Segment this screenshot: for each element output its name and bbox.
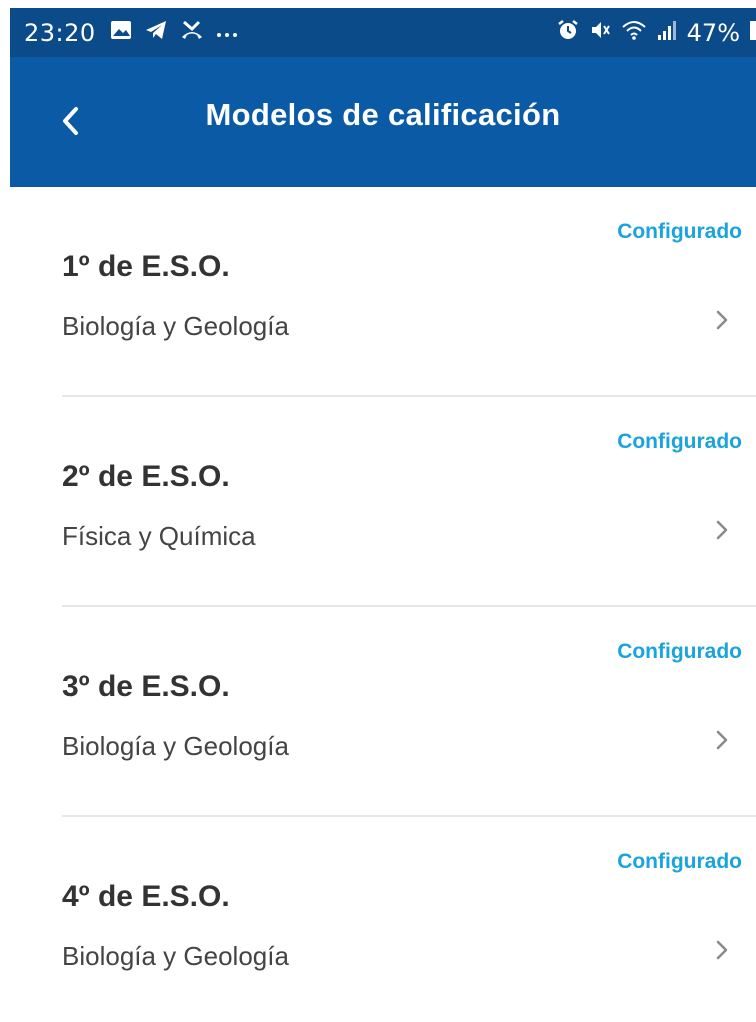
battery-icon: [750, 19, 756, 46]
more-dots-icon: [216, 22, 238, 44]
image-icon: [110, 20, 132, 45]
wifi-icon: [621, 19, 647, 46]
chevron-right-icon: [716, 730, 728, 750]
status-bar: 23:20 47%: [10, 8, 756, 57]
chevron-right-icon: [716, 520, 728, 540]
course-title: 2º de E.S.O.: [62, 460, 230, 493]
grading-models-list: Configurado 1º de E.S.O. Biología y Geol…: [0, 187, 756, 1022]
subject-name: Física y Química: [62, 521, 256, 551]
list-item[interactable]: Configurado 4º de E.S.O. Biología y Geol…: [0, 817, 756, 1022]
signal-icon: [657, 19, 677, 46]
screen: 23:20 47% Modelos de calificación Config…: [0, 0, 756, 1022]
subject-name: Biología y Geología: [62, 311, 289, 341]
course-title: 3º de E.S.O.: [62, 670, 230, 703]
chevron-right-icon: [716, 310, 728, 330]
subject-name: Biología y Geología: [62, 731, 289, 761]
missed-call-icon: [180, 19, 204, 46]
status-badge: Configurado: [617, 850, 742, 873]
list-item[interactable]: Configurado 1º de E.S.O. Biología y Geol…: [0, 187, 756, 397]
status-badge: Configurado: [617, 430, 742, 453]
status-time: 23:20: [24, 18, 96, 47]
status-badge: Configurado: [617, 640, 742, 663]
list-item[interactable]: Configurado 2º de E.S.O. Física y Químic…: [0, 397, 756, 607]
list-item[interactable]: Configurado 3º de E.S.O. Biología y Geol…: [0, 607, 756, 817]
mute-icon: [589, 19, 611, 46]
status-left-icons: [110, 19, 238, 46]
chevron-right-icon: [716, 940, 728, 960]
subject-name: Biología y Geología: [62, 941, 289, 971]
course-title: 4º de E.S.O.: [62, 880, 230, 913]
status-badge: Configurado: [617, 220, 742, 243]
status-right-icons: 47%: [557, 8, 756, 57]
alarm-icon: [557, 19, 579, 46]
telegram-icon: [144, 19, 168, 46]
battery-percentage: 47%: [686, 18, 740, 47]
app-bar: Modelos de calificación: [10, 57, 756, 187]
course-title: 1º de E.S.O.: [62, 250, 230, 283]
page-title: Modelos de calificación: [205, 97, 561, 132]
